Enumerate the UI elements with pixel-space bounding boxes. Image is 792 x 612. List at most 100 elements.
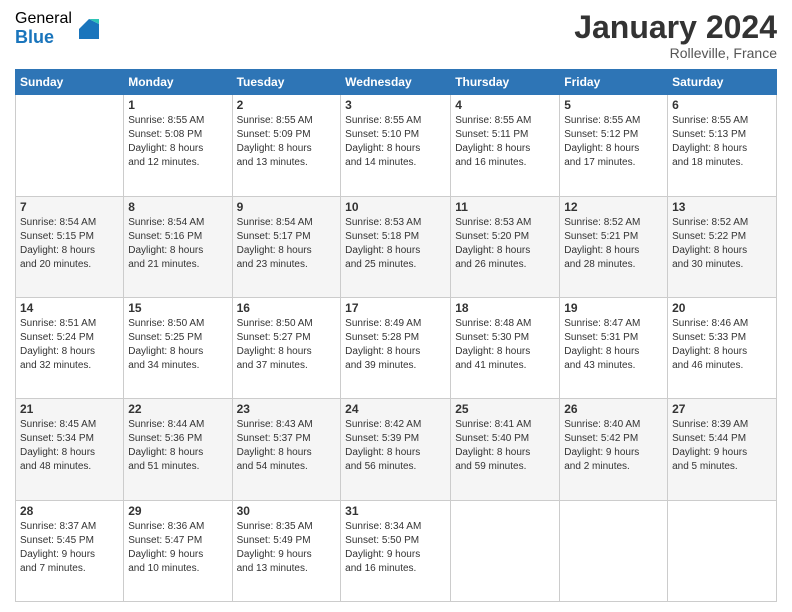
day-cell: 17Sunrise: 8:49 AMSunset: 5:28 PMDayligh… [341, 297, 451, 398]
day-header-saturday: Saturday [668, 70, 777, 95]
day-info: Sunrise: 8:50 AMSunset: 5:27 PMDaylight:… [237, 317, 337, 373]
week-row-2: 7 Sunrise: 8:54 AMSunset: 5:15 PMDaylight… [16, 196, 777, 297]
day-info: Sunrise: 8:55 AMSunset: 5:11 PMDaylight:… [455, 114, 555, 170]
day-info: Sunrise: 8:55 AMSunset: 5:12 PMDaylight:… [564, 114, 663, 170]
day-cell: 22 Sunrise: 8:44 AMSunset: 5:36 PMDayligh… [124, 399, 232, 500]
day-cell: 29 Sunrise: 8:36 AMSunset: 5:47 PMDayligh… [124, 500, 232, 601]
day-header-thursday: Thursday [451, 70, 560, 95]
day-number: 21 [20, 402, 119, 416]
day-info: Sunrise: 8:43 AMSunset: 5:37 PMDaylight:… [237, 418, 337, 474]
day-cell: 21 Sunrise: 8:45 AMSunset: 5:34 PMDayligh… [16, 399, 124, 500]
week-row-3: 14 Sunrise: 8:51 AMSunset: 5:24 PMDayligh… [16, 297, 777, 398]
day-number: 3 [345, 98, 446, 112]
day-number: 20 [672, 301, 772, 315]
day-cell: 27 Sunrise: 8:39 AMSunset: 5:44 PMDayligh… [668, 399, 777, 500]
day-header-sunday: Sunday [16, 70, 124, 95]
day-number: 16 [237, 301, 337, 315]
day-number: 10 [345, 200, 446, 214]
day-number: 5 [564, 98, 663, 112]
day-cell: 24 Sunrise: 8:42 AMSunset: 5:39 PMDayligh… [341, 399, 451, 500]
day-number: 17 [345, 301, 446, 315]
day-info: Sunrise: 8:41 AMSunset: 5:40 PMDaylight:… [455, 418, 555, 474]
day-cell: 9 Sunrise: 8:54 AMSunset: 5:17 PMDaylight… [232, 196, 341, 297]
day-cell [668, 500, 777, 601]
calendar-table: SundayMondayTuesdayWednesdayThursdayFrid… [15, 69, 777, 602]
day-info: Sunrise: 8:55 AMSunset: 5:10 PMDaylight:… [345, 114, 446, 170]
logo-general: General [15, 10, 72, 28]
day-cell: 6 Sunrise: 8:55 AMSunset: 5:13 PMDaylight… [668, 95, 777, 196]
day-number: 30 [237, 504, 337, 518]
header: General Blue January 2024 Rolleville, Fr… [15, 10, 777, 61]
day-info: Sunrise: 8:51 AMSunset: 5:24 PMDaylight:… [20, 317, 119, 373]
month-title: January 2024 [574, 10, 777, 45]
day-info: Sunrise: 8:40 AMSunset: 5:42 PMDaylight:… [564, 418, 663, 474]
day-info: Sunrise: 8:55 AMSunset: 5:13 PMDaylight:… [672, 114, 772, 170]
day-info: Sunrise: 8:36 AMSunset: 5:47 PMDaylight:… [128, 520, 227, 576]
week-row-4: 21 Sunrise: 8:45 AMSunset: 5:34 PMDayligh… [16, 399, 777, 500]
day-number: 28 [20, 504, 119, 518]
day-cell [451, 500, 560, 601]
day-info: Sunrise: 8:34 AMSunset: 5:50 PMDaylight:… [345, 520, 446, 576]
day-cell: 4Sunrise: 8:55 AMSunset: 5:11 PMDaylight… [451, 95, 560, 196]
day-info: Sunrise: 8:39 AMSunset: 5:44 PMDaylight:… [672, 418, 772, 474]
day-cell: 15Sunrise: 8:50 AMSunset: 5:25 PMDayligh… [124, 297, 232, 398]
day-cell: 20 Sunrise: 8:46 AMSunset: 5:33 PMDayligh… [668, 297, 777, 398]
day-info: Sunrise: 8:48 AMSunset: 5:30 PMDaylight:… [455, 317, 555, 373]
day-cell: 5 Sunrise: 8:55 AMSunset: 5:12 PMDaylight… [560, 95, 668, 196]
day-cell [16, 95, 124, 196]
day-number: 8 [128, 200, 227, 214]
day-number: 22 [128, 402, 227, 416]
day-number: 29 [128, 504, 227, 518]
location: Rolleville, France [574, 45, 777, 61]
day-cell: 7 Sunrise: 8:54 AMSunset: 5:15 PMDaylight… [16, 196, 124, 297]
day-number: 24 [345, 402, 446, 416]
day-info: Sunrise: 8:52 AMSunset: 5:22 PMDaylight:… [672, 216, 772, 272]
day-info: Sunrise: 8:44 AMSunset: 5:36 PMDaylight:… [128, 418, 227, 474]
day-info: Sunrise: 8:53 AMSunset: 5:20 PMDaylight:… [455, 216, 555, 272]
day-number: 12 [564, 200, 663, 214]
day-cell: 30 Sunrise: 8:35 AMSunset: 5:49 PMDayligh… [232, 500, 341, 601]
day-number: 25 [455, 402, 555, 416]
logo: General Blue [15, 10, 104, 47]
day-number: 27 [672, 402, 772, 416]
day-info: Sunrise: 8:54 AMSunset: 5:17 PMDaylight:… [237, 216, 337, 272]
day-cell: 18Sunrise: 8:48 AMSunset: 5:30 PMDayligh… [451, 297, 560, 398]
day-info: Sunrise: 8:50 AMSunset: 5:25 PMDaylight:… [128, 317, 227, 373]
day-number: 19 [564, 301, 663, 315]
day-info: Sunrise: 8:46 AMSunset: 5:33 PMDaylight:… [672, 317, 772, 373]
day-cell: 12 Sunrise: 8:52 AMSunset: 5:21 PMDayligh… [560, 196, 668, 297]
day-info: Sunrise: 8:55 AMSunset: 5:09 PMDaylight:… [237, 114, 337, 170]
day-number: 11 [455, 200, 555, 214]
day-number: 23 [237, 402, 337, 416]
day-number: 9 [237, 200, 337, 214]
week-row-1: 1 Sunrise: 8:55 AMSunset: 5:08 PMDaylight… [16, 95, 777, 196]
logo-icon [74, 14, 104, 44]
day-cell: 3 Sunrise: 8:55 AMSunset: 5:10 PMDaylight… [341, 95, 451, 196]
day-info: Sunrise: 8:54 AMSunset: 5:15 PMDaylight:… [20, 216, 119, 272]
day-number: 6 [672, 98, 772, 112]
day-header-friday: Friday [560, 70, 668, 95]
day-info: Sunrise: 8:35 AMSunset: 5:49 PMDaylight:… [237, 520, 337, 576]
day-number: 31 [345, 504, 446, 518]
logo-blue: Blue [15, 28, 72, 48]
day-info: Sunrise: 8:45 AMSunset: 5:34 PMDaylight:… [20, 418, 119, 474]
day-number: 7 [20, 200, 119, 214]
week-row-5: 28Sunrise: 8:37 AMSunset: 5:45 PMDayligh… [16, 500, 777, 601]
day-cell [560, 500, 668, 601]
day-cell: 1 Sunrise: 8:55 AMSunset: 5:08 PMDaylight… [124, 95, 232, 196]
day-cell: 14 Sunrise: 8:51 AMSunset: 5:24 PMDayligh… [16, 297, 124, 398]
day-number: 1 [128, 98, 227, 112]
day-cell: 23 Sunrise: 8:43 AMSunset: 5:37 PMDayligh… [232, 399, 341, 500]
day-header-wednesday: Wednesday [341, 70, 451, 95]
day-number: 14 [20, 301, 119, 315]
day-cell: 19Sunrise: 8:47 AMSunset: 5:31 PMDayligh… [560, 297, 668, 398]
day-header-tuesday: Tuesday [232, 70, 341, 95]
day-info: Sunrise: 8:52 AMSunset: 5:21 PMDaylight:… [564, 216, 663, 272]
day-cell: 25 Sunrise: 8:41 AMSunset: 5:40 PMDayligh… [451, 399, 560, 500]
day-number: 2 [237, 98, 337, 112]
day-cell: 11 Sunrise: 8:53 AMSunset: 5:20 PMDayligh… [451, 196, 560, 297]
day-cell: 8Sunrise: 8:54 AMSunset: 5:16 PMDaylight… [124, 196, 232, 297]
day-number: 26 [564, 402, 663, 416]
day-info: Sunrise: 8:55 AMSunset: 5:08 PMDaylight:… [128, 114, 227, 170]
day-info: Sunrise: 8:42 AMSunset: 5:39 PMDaylight:… [345, 418, 446, 474]
